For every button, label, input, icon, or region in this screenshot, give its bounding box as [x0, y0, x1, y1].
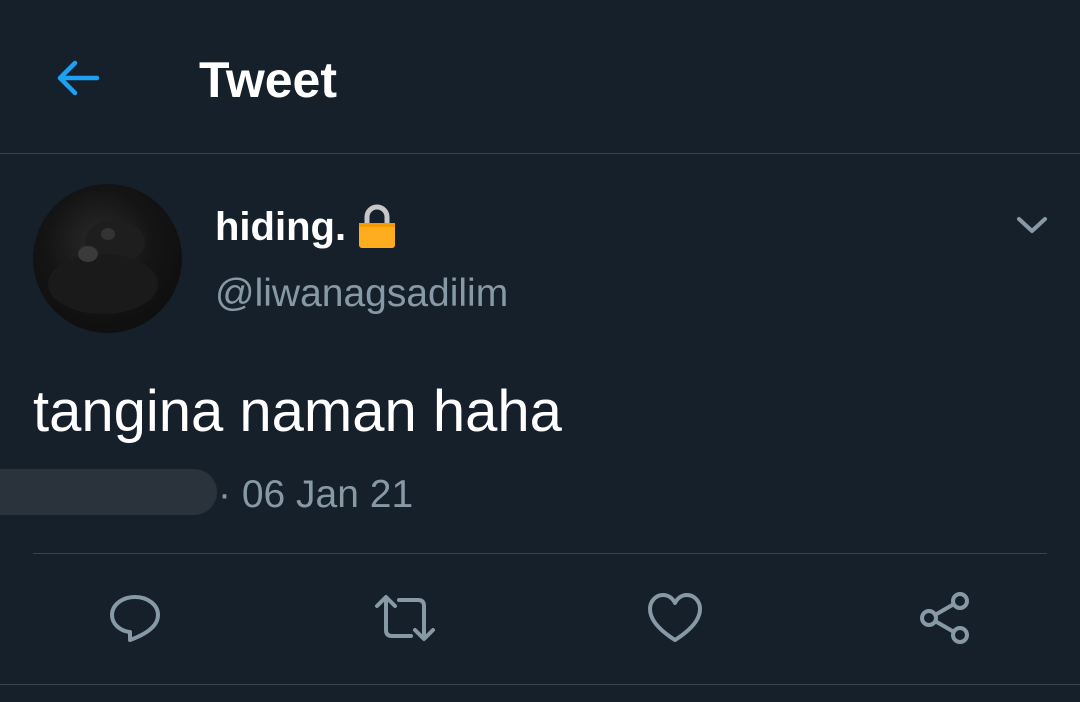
- reply-button[interactable]: [102, 585, 168, 651]
- like-button[interactable]: [642, 585, 708, 651]
- lock-icon: [359, 204, 395, 248]
- top-app-bar: Tweet: [0, 0, 1080, 154]
- redacted-source-area: [0, 469, 217, 515]
- retweet-button[interactable]: [372, 585, 438, 651]
- share-icon: [920, 592, 969, 644]
- display-name[interactable]: hiding.: [215, 202, 346, 252]
- arrow-left-icon: [57, 60, 100, 96]
- tweet-timestamp: · 06 Jan 21: [218, 473, 414, 516]
- divider: [0, 684, 1080, 685]
- tweet-text: tangina naman haha: [33, 379, 562, 444]
- heart-icon: [648, 593, 702, 642]
- action-bar: [0, 585, 1080, 651]
- page-title: Tweet: [199, 52, 337, 108]
- chevron-down-icon: [1017, 217, 1047, 233]
- tweet-menu-button[interactable]: [1008, 204, 1056, 246]
- username-handle[interactable]: @liwanagsadilim: [215, 270, 508, 318]
- back-button[interactable]: [48, 50, 106, 106]
- avatar[interactable]: [33, 184, 182, 333]
- reply-icon: [110, 595, 160, 642]
- share-button[interactable]: [912, 585, 978, 651]
- avatar-image: [48, 220, 158, 314]
- divider: [33, 553, 1047, 554]
- retweet-icon: [375, 595, 435, 641]
